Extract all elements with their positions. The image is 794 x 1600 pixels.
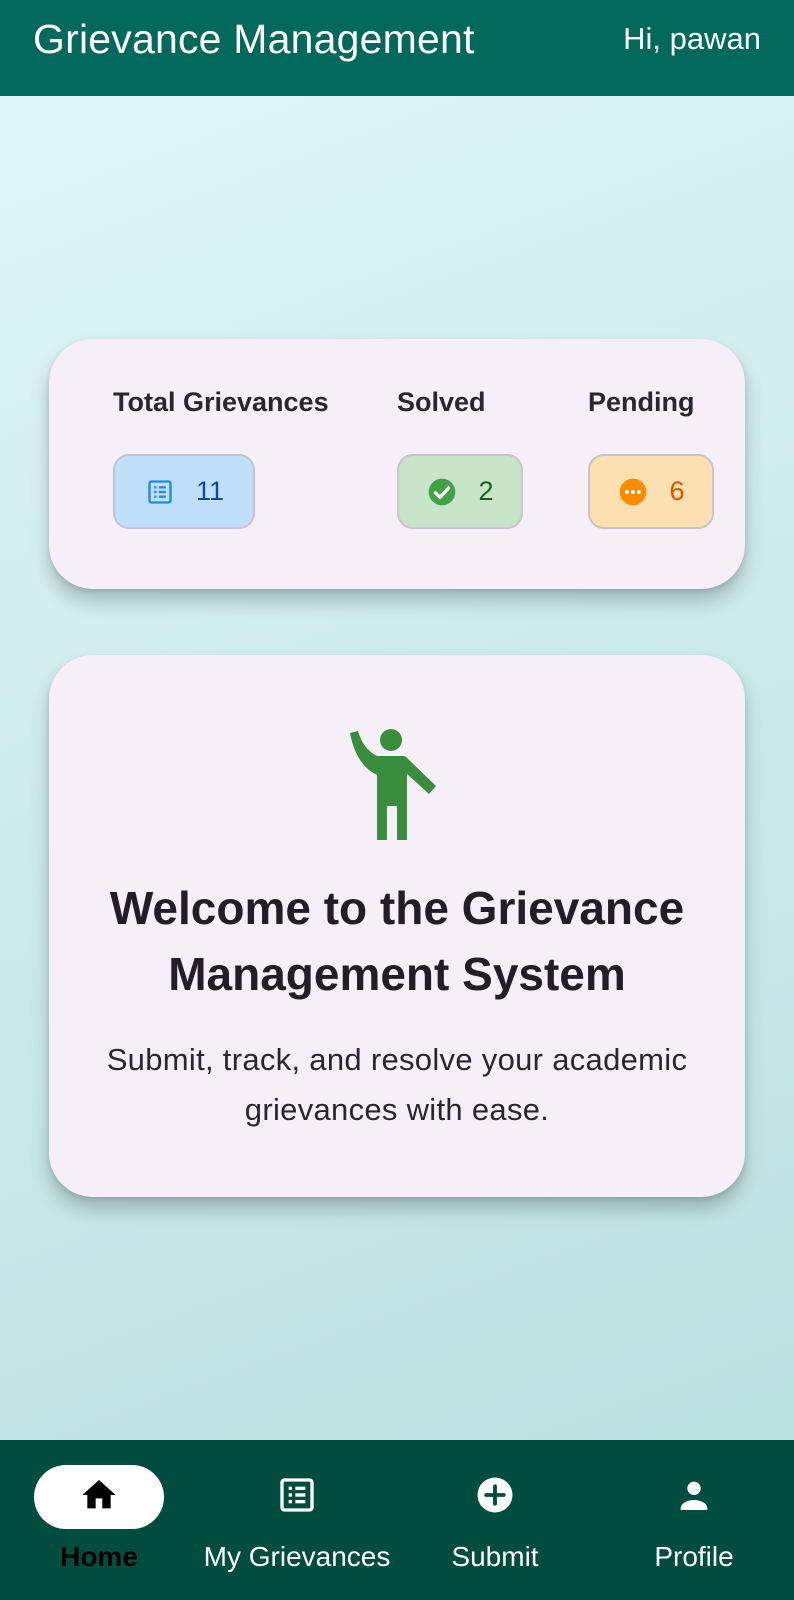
total-grievances-chip[interactable]: 11 xyxy=(113,454,255,529)
stats-card: Total Grievances Solved Pending 11 2 6 xyxy=(49,339,745,589)
nav-icon-wrap xyxy=(232,1465,362,1529)
check-circle-icon xyxy=(426,476,458,508)
nav-label-my-grievances: My Grievances xyxy=(203,1541,391,1572)
nav-icon-wrap xyxy=(629,1465,759,1529)
welcome-card: Welcome to the Grievance Management Syst… xyxy=(49,655,745,1197)
nav-item-my-grievances[interactable]: My Grievances xyxy=(198,1440,396,1600)
pending-chip[interactable]: 6 xyxy=(588,454,714,529)
pending-icon xyxy=(617,476,649,508)
nav-label-submit: Submit xyxy=(451,1541,539,1572)
home-icon xyxy=(79,1475,119,1520)
waving-person-icon xyxy=(347,725,447,840)
app-title: Grievance Management xyxy=(33,16,475,62)
bottom-navigation: Home My Grievances Submit Profile xyxy=(0,1440,794,1600)
solved-label: Solved xyxy=(397,387,486,417)
total-grievances-count: 11 xyxy=(195,476,225,506)
list-alt-icon xyxy=(144,476,176,508)
pending-label: Pending xyxy=(588,387,695,417)
nav-item-submit[interactable]: Submit xyxy=(396,1440,594,1600)
nav-label-home: Home xyxy=(60,1541,138,1572)
add-circle-icon xyxy=(474,1474,516,1521)
nav-item-profile[interactable]: Profile xyxy=(594,1440,794,1600)
nav-item-home[interactable]: Home xyxy=(0,1440,198,1600)
nav-label-profile: Profile xyxy=(654,1541,734,1572)
user-greeting: Hi, pawan xyxy=(623,21,761,56)
list-alt-icon xyxy=(277,1475,317,1520)
pending-count: 6 xyxy=(669,476,685,506)
welcome-subtitle: Submit, track, and resolve your academic… xyxy=(106,1042,688,1127)
solved-chip[interactable]: 2 xyxy=(397,454,523,529)
solved-count: 2 xyxy=(478,476,494,506)
nav-indicator xyxy=(34,1465,164,1529)
welcome-title: Welcome to the Grievance Management Syst… xyxy=(109,882,685,1000)
person-icon xyxy=(674,1475,714,1520)
nav-icon-wrap xyxy=(430,1465,560,1529)
total-grievances-label: Total Grievances xyxy=(113,387,329,417)
app-bar: Grievance Management Hi, pawan xyxy=(0,0,794,96)
